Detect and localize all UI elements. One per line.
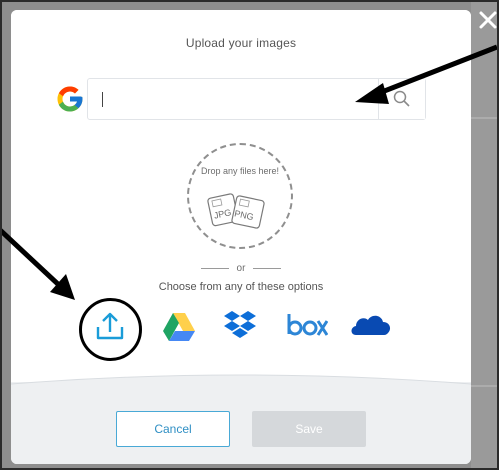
choose-options-text: Choose from any of these options (158, 281, 324, 293)
search-box[interactable] (87, 78, 426, 120)
text-cursor (102, 92, 103, 107)
divider-line (200, 267, 229, 269)
footer-wave (11, 374, 471, 400)
close-icon[interactable] (478, 10, 498, 30)
onedrive-button[interactable] (348, 305, 394, 345)
dropbox-icon (224, 311, 256, 338)
upload-dialog: Upload your images Drop any files here! … (11, 10, 471, 464)
box-button[interactable] (286, 305, 328, 345)
search-button[interactable] (378, 79, 425, 119)
annotation-circle (79, 298, 142, 361)
or-divider: or (11, 263, 471, 274)
google-logo-icon (57, 86, 83, 112)
save-button[interactable]: Save (252, 411, 366, 447)
onedrive-icon (351, 315, 391, 335)
dialog-title: Upload your images (185, 36, 297, 50)
background-page-lines (471, 117, 499, 387)
drop-zone-text: Drop any files here! (200, 166, 280, 176)
or-label: or (236, 263, 246, 274)
dropbox-button[interactable] (222, 305, 258, 345)
search-icon (393, 90, 410, 107)
divider-line (253, 267, 282, 269)
drop-zone[interactable]: Drop any files here! JPG PNG (187, 143, 293, 249)
cancel-button[interactable]: Cancel (116, 411, 230, 447)
search-input[interactable] (96, 87, 370, 113)
google-drive-icon (163, 313, 195, 341)
google-drive-button[interactable] (161, 305, 197, 345)
file-types-icon: JPG PNG (207, 193, 265, 229)
box-icon (287, 314, 328, 336)
